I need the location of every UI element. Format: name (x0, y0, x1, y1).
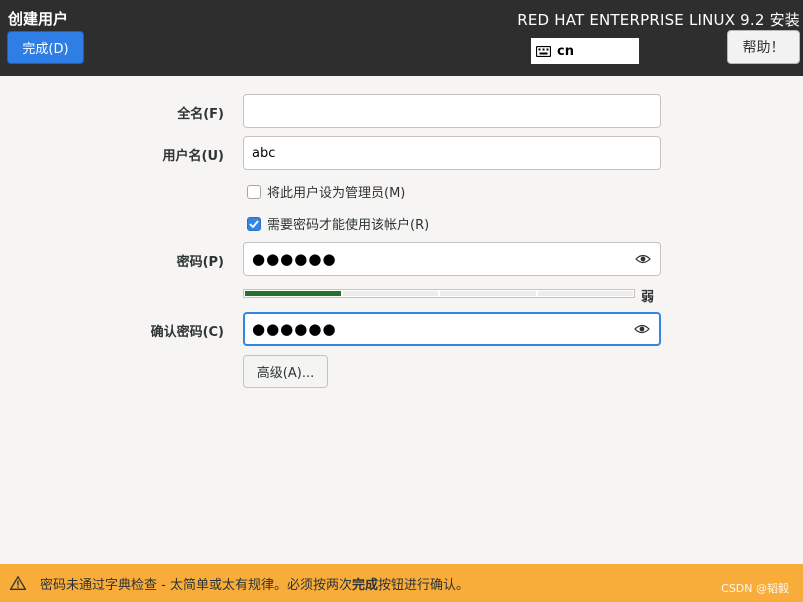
strength-segment-4 (537, 291, 633, 296)
strength-segment-1 (245, 291, 341, 296)
username-label: 用户名(U) (162, 149, 224, 164)
strength-segment-2 (342, 291, 438, 296)
show-password-eye-icon[interactable] (635, 253, 651, 265)
password-strength-label: 弱 (641, 290, 655, 305)
password-strength-bar (243, 289, 635, 298)
password-field[interactable]: ●●●●●● (243, 242, 661, 276)
warning-text-part-1: 密码未通过字典检查 - 太简单或太有规律。必须按两次 (40, 577, 352, 593)
require-password-checkbox-row[interactable]: 需要密码才能使用该帐户(R) (247, 214, 429, 233)
warning-bar[interactable]: 密码未通过字典检查 - 太简单或太有规律。必须按两次完成按钮进行确认。 (0, 564, 803, 602)
password-label: 密码(P) (176, 255, 224, 270)
username-value: abc (252, 145, 276, 161)
fullname-label: 全名(F) (177, 107, 224, 122)
page-title: 创建用户 (8, 10, 69, 28)
strength-segment-3 (440, 291, 536, 296)
confirm-password-field[interactable]: ●●●●●● (243, 312, 661, 346)
confirm-password-label: 确认密码(C) (150, 325, 224, 340)
help-button[interactable]: 帮助！ (727, 30, 800, 64)
advanced-button[interactable]: 高级(A)... (243, 355, 328, 388)
warning-icon (10, 576, 26, 590)
admin-checkbox-label: 将此用户设为管理员(M) (267, 186, 406, 201)
header-bar: 创建用户 完成(D) RED HAT ENTERPRISE LINUX 9.2 … (0, 0, 803, 76)
warning-text-part-2: 按钮进行确认。 (377, 577, 469, 593)
watermark: CSDN @韬毅 (721, 582, 789, 595)
warning-text-bold: 完成 (351, 577, 378, 593)
keyboard-layout-indicator[interactable]: cn (531, 38, 639, 64)
admin-checkbox[interactable] (247, 184, 261, 199)
password-value: ●●●●●● (252, 250, 337, 268)
product-title: RED HAT ENTERPRISE LINUX 9.2 安装 (517, 11, 800, 29)
fullname-field[interactable] (243, 94, 661, 128)
keyboard-icon (536, 45, 551, 57)
done-button[interactable]: 完成(D) (7, 31, 84, 64)
admin-checkbox-row[interactable]: 将此用户设为管理员(M) (247, 182, 405, 201)
require-password-label: 需要密码才能使用该帐户(R) (267, 218, 430, 233)
warning-text: 密码未通过字典检查 - 太简单或太有规律。必须按两次完成按钮进行确认。 (40, 574, 469, 593)
confirm-password-value: ●●●●●● (252, 320, 337, 338)
checkmark-icon (249, 219, 259, 228)
keyboard-layout-label: cn (557, 43, 574, 59)
show-confirm-password-eye-icon[interactable] (634, 323, 650, 335)
require-password-checkbox[interactable] (247, 216, 261, 231)
username-field[interactable]: abc (243, 136, 661, 170)
